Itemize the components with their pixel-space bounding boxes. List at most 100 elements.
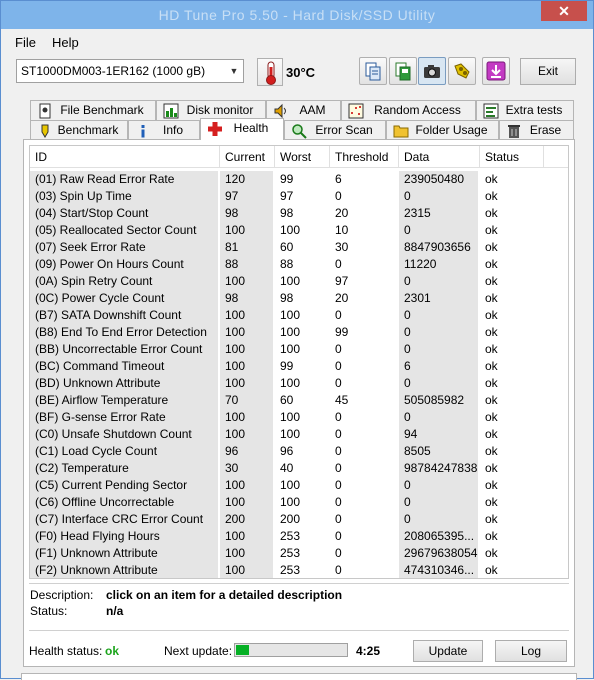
download-icon [486, 61, 506, 81]
column-header-threshold[interactable]: Threshold [330, 146, 399, 168]
table-row[interactable]: (BB) Uncorrectable Error Count 100 100 0 0 ok [30, 341, 568, 358]
divider [29, 583, 569, 584]
tab-disk-monitor[interactable]: Disk monitor [156, 100, 266, 120]
tab-file-benchmark[interactable]: File Benchmark [30, 100, 156, 120]
cell-status: ok [485, 512, 498, 526]
table-row[interactable]: (B7) SATA Downshift Count 100 100 0 0 ok [30, 307, 568, 324]
table-row[interactable]: (C7) Interface CRC Error Count 200 200 0 0 ok [30, 511, 568, 528]
tab-health[interactable]: Health [200, 118, 284, 140]
cell-status: ok [485, 563, 498, 577]
column-header-status[interactable]: Status [480, 146, 544, 168]
cell-worst: 40 [280, 461, 294, 475]
table-row[interactable]: (09) Power On Hours Count 88 88 0 11220 ok [30, 256, 568, 273]
cell-current: 98 [220, 290, 273, 307]
tab-folder-usage[interactable]: Folder Usage [386, 120, 499, 140]
cell-data: 208065395... [399, 528, 478, 545]
cell-id: (F2) Unknown Attribute [30, 562, 218, 578]
table-row[interactable]: (F1) Unknown Attribute 100 253 0 29679638054… [30, 545, 568, 562]
table-row[interactable]: (C5) Current Pending Sector 100 100 0 0 ok [30, 477, 568, 494]
cell-id: (0C) Power Cycle Count [30, 290, 218, 307]
cell-id: (03) Spin Up Time [30, 188, 218, 205]
cell-data: 0 [399, 222, 478, 239]
menu-file[interactable]: File [15, 35, 36, 50]
cell-worst: 100 [280, 495, 301, 509]
tab-erase[interactable]: Erase [499, 120, 574, 140]
cell-data: 2315 [399, 205, 478, 222]
cell-status: ok [485, 376, 498, 390]
update-button[interactable]: Update [413, 640, 483, 662]
title-bar[interactable]: HD Tune Pro 5.50 - Hard Disk/SSD Utility… [1, 1, 593, 29]
tab-label: Folder Usage [415, 123, 488, 137]
tab-label: File Benchmark [60, 103, 144, 117]
description-value: click on an item for a detailed descript… [106, 588, 343, 602]
cell-id: (C0) Unsafe Shutdown Count [30, 426, 218, 443]
column-header-id[interactable]: ID [30, 146, 220, 168]
table-row[interactable]: (C2) Temperature 30 40 0 98784247838 ok [30, 460, 568, 477]
cell-status: ok [485, 308, 498, 322]
cell-status: ok [485, 291, 498, 305]
cell-threshold: 0 [335, 478, 342, 492]
cell-id: (C2) Temperature [30, 460, 218, 477]
cell-current: 98 [220, 205, 273, 222]
status-value: n/a [106, 604, 124, 618]
table-row[interactable]: (C0) Unsafe Shutdown Count 100 100 0 94 ok [30, 426, 568, 443]
table-row[interactable]: (04) Start/Stop Count 98 98 20 2315 ok [30, 205, 568, 222]
tab-error-scan[interactable]: Error Scan [284, 120, 386, 140]
download-button[interactable] [482, 57, 510, 85]
table-row[interactable]: (F0) Head Flying Hours 100 253 0 208065395..… [30, 528, 568, 545]
column-header-worst[interactable]: Worst [275, 146, 330, 168]
table-row[interactable]: (03) Spin Up Time 97 97 0 0 ok [30, 188, 568, 205]
table-row[interactable]: (07) Seek Error Rate 81 60 30 8847903656 ok [30, 239, 568, 256]
copy-button[interactable] [359, 57, 387, 85]
exit-button[interactable]: Exit [520, 58, 576, 85]
cell-current: 100 [220, 341, 273, 358]
table-row[interactable]: (B8) End To End Error Detection 100 100 99 0… [30, 324, 568, 341]
cell-worst: 253 [280, 529, 301, 543]
cell-current: 70 [220, 392, 273, 409]
table-row[interactable]: (BC) Command Timeout 100 99 0 6 ok [30, 358, 568, 375]
cell-status: ok [485, 478, 498, 492]
table-row[interactable]: (F2) Unknown Attribute 100 253 0 474310346..… [30, 562, 568, 578]
table-row[interactable]: (0A) Spin Retry Count 100 100 97 0 ok [30, 273, 568, 290]
table-row[interactable]: (BD) Unknown Attribute 100 100 0 0 ok [30, 375, 568, 392]
cell-current: 100 [220, 222, 273, 239]
cell-worst: 98 [280, 291, 294, 305]
tab-aam[interactable]: AAM [266, 100, 341, 120]
cell-id: (B8) End To End Error Detection [30, 324, 218, 341]
tab-extra-tests[interactable]: Extra tests [476, 100, 574, 120]
cell-status: ok [485, 410, 498, 424]
next-update-time: 4:25 [356, 644, 381, 658]
close-button[interactable]: ✕ [541, 1, 587, 21]
cell-current: 100 [220, 562, 273, 578]
screenshot-button[interactable] [418, 57, 446, 85]
tab-info[interactable]: Info [128, 120, 200, 140]
menu-help[interactable]: Help [52, 35, 79, 50]
cell-worst: 100 [280, 342, 301, 356]
tab-benchmark[interactable]: Benchmark [30, 120, 128, 140]
thermometer-button[interactable] [257, 58, 283, 86]
save-button[interactable] [389, 57, 417, 85]
smart-table[interactable]: ID Current Worst Threshold Data Status (… [29, 145, 569, 579]
progress-fill [236, 645, 249, 655]
cell-worst: 88 [280, 257, 294, 271]
cell-worst: 99 [280, 172, 294, 186]
column-header-current[interactable]: Current [220, 146, 275, 168]
cell-id: (B7) SATA Downshift Count [30, 307, 218, 324]
table-row[interactable]: (05) Reallocated Sector Count 100 100 10 0 ok [30, 222, 568, 239]
table-row[interactable]: (BF) G-sense Error Rate 100 100 0 0 ok [30, 409, 568, 426]
table-row[interactable]: (01) Raw Read Error Rate 120 99 6 239050480 o… [30, 171, 568, 188]
column-header-data[interactable]: Data [399, 146, 480, 168]
table-row[interactable]: (0C) Power Cycle Count 98 98 20 2301 ok [30, 290, 568, 307]
cell-status: ok [485, 546, 498, 560]
table-row[interactable]: (C1) Load Cycle Count 96 96 0 8505 ok [30, 443, 568, 460]
tab-random-access[interactable]: Random Access [341, 100, 476, 120]
cell-id: (05) Reallocated Sector Count [30, 222, 218, 239]
drive-select[interactable]: ST1000DM003-1ER162 (1000 gB) ▼ [16, 59, 244, 83]
cell-data: 94 [399, 426, 478, 443]
cell-threshold: 0 [335, 512, 342, 526]
options-button[interactable] [448, 57, 476, 85]
table-row[interactable]: (BE) Airflow Temperature 70 60 45 505085982 o… [30, 392, 568, 409]
log-button[interactable]: Log [495, 640, 567, 662]
table-row[interactable]: (C6) Offline Uncorrectable 100 100 0 0 ok [30, 494, 568, 511]
health-status-value: ok [105, 644, 120, 658]
